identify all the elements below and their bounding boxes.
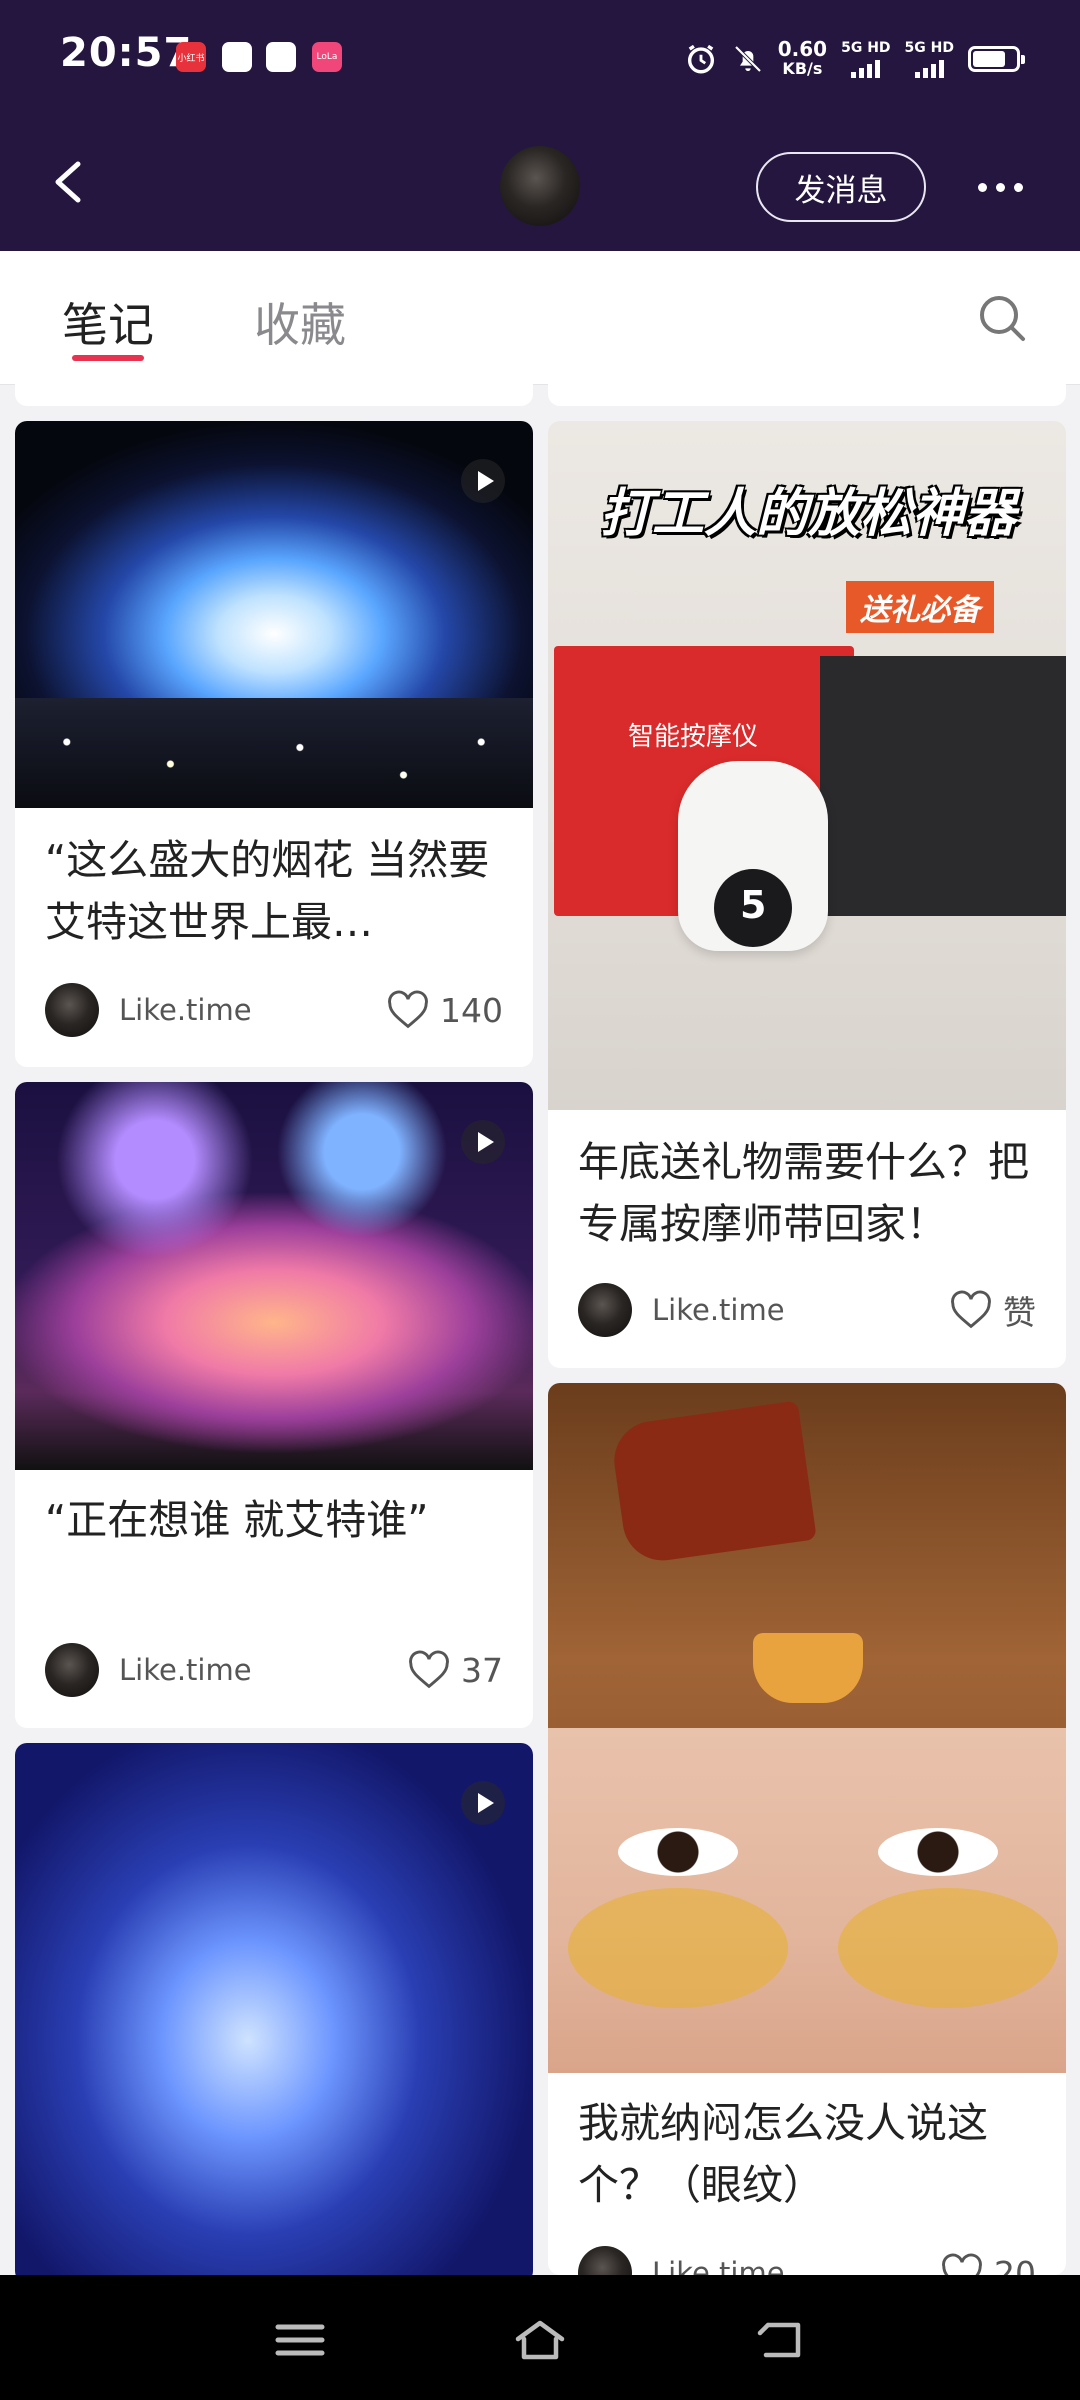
heart-icon: [388, 990, 428, 1029]
search-icon[interactable]: [975, 291, 1029, 345]
post-title: 我就纳闷怎么没人说这个？（眼纹）: [578, 2099, 988, 2209]
author-avatar: [45, 983, 99, 1037]
tab-notes[interactable]: 笔记: [62, 289, 154, 355]
post-image: 打工人的放松神器 送礼必备 智能按摩仪 5: [548, 421, 1066, 1110]
post-meta: Like.time 20: [578, 2245, 1036, 2275]
author-avatar: [578, 1283, 632, 1337]
signal-sim2: 5G HD: [905, 40, 954, 78]
post-title: “这么盛大的烟花 当然要艾特这世界上最…: [45, 836, 490, 946]
author-name: Like.time: [119, 1653, 252, 1687]
post-card[interactable]: “正在想谁 就艾特谁” Like.time 37: [15, 1082, 533, 1728]
system-navigation-bar: [0, 2275, 1080, 2400]
post-meta: Like.time 140: [45, 982, 503, 1038]
post-card[interactable]: 我就纳闷怎么没人说这个？（眼纹） Like.time 20: [548, 1383, 1066, 2275]
like-count: 140: [440, 990, 503, 1030]
post-card[interactable]: “这么盛大的烟花 当然要艾特这世界上最… Like.time 140: [15, 421, 533, 1067]
like-count: 37: [461, 1650, 503, 1690]
post-image: [548, 1383, 1066, 2073]
network-speed: 0.60 KB/s: [777, 37, 828, 78]
play-icon: [461, 1120, 505, 1164]
like-button[interactable]: 20: [940, 2253, 1036, 2275]
signal-sim1: 5G HD: [841, 40, 891, 78]
like-button[interactable]: 赞: [949, 1286, 1036, 1334]
alarm-icon: [687, 44, 714, 74]
post-meta: Like.time 37: [45, 1642, 503, 1698]
like-button[interactable]: 37: [407, 1650, 503, 1690]
message-app-icon: [222, 42, 252, 72]
header: 20:57 小红书 LoLa 0.60 KB/s 5G HD 5G HD 发消息: [0, 0, 1080, 251]
post-image: [15, 421, 533, 808]
more-dots-icon[interactable]: [970, 172, 1030, 202]
post-card[interactable]: [15, 1743, 533, 2283]
chevron-left-icon[interactable]: [40, 152, 100, 212]
post-image: [15, 1082, 533, 1470]
post-meta: Like.time 赞: [578, 1282, 1036, 1338]
like-count: 赞: [1003, 1293, 1036, 1332]
play-icon: [461, 1781, 505, 1825]
post-title: 年底送礼物需要什么？把专属按摩师带回家！: [578, 1138, 1029, 1248]
back-icon[interactable]: [754, 2317, 810, 2363]
post-card[interactable]: 打工人的放松神器 送礼必备 智能按摩仪 5 年底送礼物需要什么？把专属按摩师带回…: [548, 421, 1066, 1368]
play-icon: [461, 459, 505, 503]
post-title: “正在想谁 就艾特谁”: [45, 1496, 429, 1544]
like-count: 20: [994, 2253, 1036, 2276]
author-avatar: [45, 1643, 99, 1697]
menu-icon[interactable]: [272, 2317, 328, 2363]
device-screen-digit: 5: [740, 883, 767, 927]
image-tag: 送礼必备: [846, 581, 994, 633]
status-icons: 0.60 KB/s 5G HD 5G HD: [684, 34, 1025, 84]
heart-icon: [409, 1650, 449, 1689]
alipay-app-icon: [266, 42, 296, 72]
status-bar: 20:57 小红书 LoLa 0.60 KB/s 5G HD 5G HD: [0, 0, 1080, 112]
heart-icon: [951, 1290, 991, 1329]
author-avatar: [578, 2246, 632, 2275]
profile-avatar[interactable]: [500, 146, 580, 226]
home-icon[interactable]: [512, 2317, 568, 2363]
heart-icon: [942, 2253, 982, 2275]
author-name: Like.time: [652, 2256, 785, 2275]
status-time: 20:57: [60, 30, 193, 76]
post-image: [15, 1743, 533, 2283]
active-tab-indicator: [72, 355, 144, 361]
tab-favorites[interactable]: 收藏: [254, 289, 346, 355]
lola-app-icon: LoLa: [312, 42, 342, 72]
image-brand: 智能按摩仪: [628, 722, 759, 752]
send-message-button[interactable]: 发消息: [756, 152, 926, 222]
xiaohongshu-app-icon: 小红书: [176, 42, 206, 72]
image-headline: 打工人的放松神器: [599, 484, 1016, 544]
bell-off-icon: [734, 45, 762, 73]
author-name: Like.time: [652, 1293, 785, 1327]
previous-card-edge: [15, 384, 533, 406]
tab-bar: 笔记 收藏: [0, 251, 1080, 385]
nav-row: 发消息: [0, 112, 1080, 251]
author-name: Like.time: [119, 993, 252, 1027]
previous-card-edge: [548, 384, 1066, 406]
battery-icon: [968, 46, 1025, 72]
like-button[interactable]: 140: [386, 990, 503, 1030]
